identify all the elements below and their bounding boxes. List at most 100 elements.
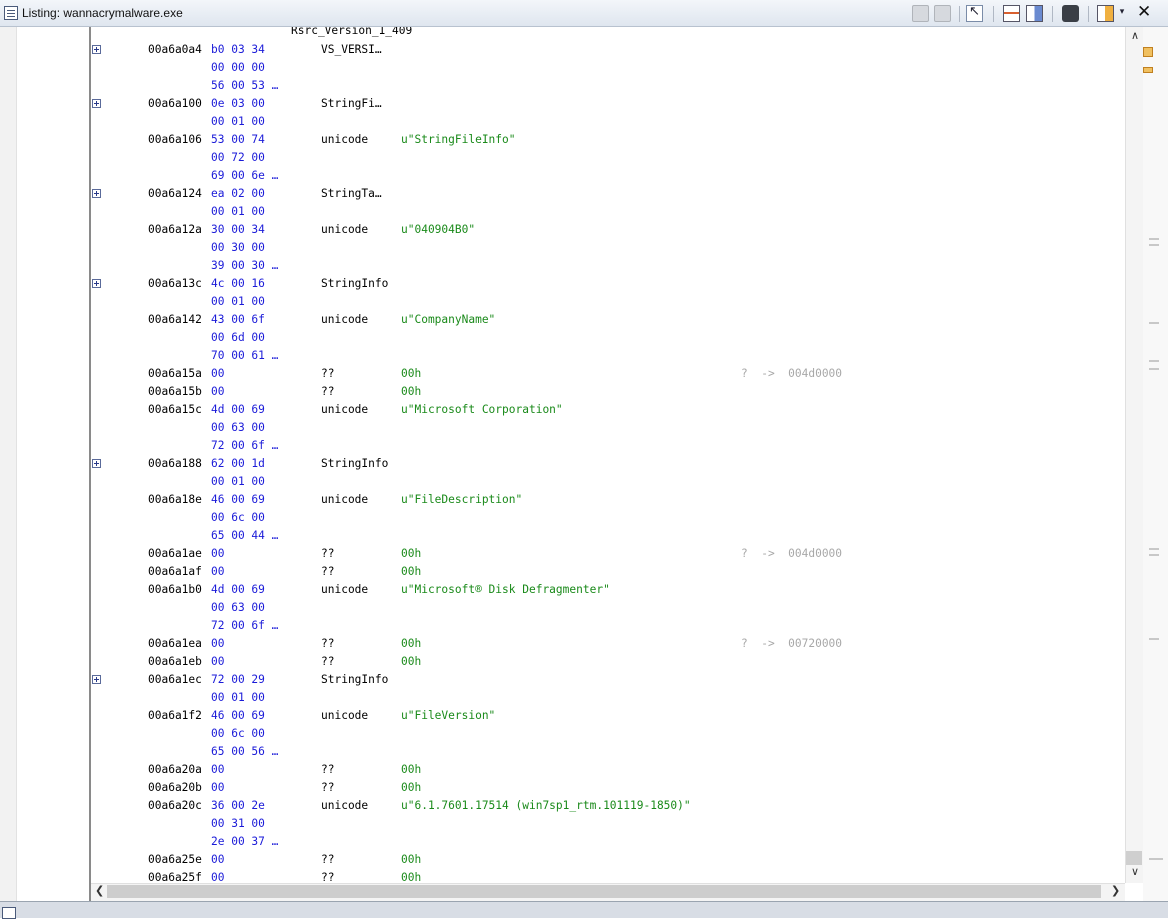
row-operand[interactable]: 00h [401,653,421,671]
row-bytes[interactable]: b0 03 34 [211,41,265,59]
row-bytes[interactable]: 00 30 00 [211,239,265,257]
row-bytes[interactable]: 70 00 61 … [211,347,278,365]
row-operand[interactable]: 00h [401,761,421,779]
listing-row[interactable]: 00a6a13c 4c 00 16 StringInfo [91,275,1125,293]
row-bytes[interactable]: 65 00 44 … [211,527,278,545]
row-bytes[interactable]: 00 [211,563,224,581]
cursor-icon[interactable]: ↖ [966,4,983,22]
scroll-up-icon[interactable]: ∧ [1126,29,1144,42]
listing-row[interactable]: 00a6a1f2 46 00 69 unicode u"FileVersion" [91,707,1125,725]
listing-row[interactable]: 00a6a25f 00?? 00h [91,869,1125,883]
row-bytes[interactable]: 69 00 6e … [211,167,278,185]
listing-row[interactable]: 00 01 00 [91,113,1125,131]
row-eol-comment[interactable]: ? -> 004d0000 [741,365,842,383]
listing-row[interactable]: 56 00 53 … [91,77,1125,95]
row-mnemonic[interactable]: ?? [321,383,334,401]
row-bytes[interactable]: 00 01 00 [211,689,265,707]
expand-icon[interactable] [92,99,101,108]
listing-row[interactable]: 00 6d 00 [91,329,1125,347]
listing-row[interactable]: 00a6a1ae 00?? 00h ? -> 004d0000 [91,545,1125,563]
row-bytes[interactable]: 00 01 00 [211,473,265,491]
row-address[interactable]: 00a6a20c [148,797,202,815]
row-address[interactable]: 00a6a1f2 [148,707,202,725]
field-layout-icon[interactable] [1003,5,1020,22]
bookmark-marker[interactable] [1143,67,1153,73]
listing-row[interactable]: 00a6a1b0 4d 00 69 unicode u"Microsoft® Disk… [91,581,1125,599]
row-operand[interactable]: u"FileDescription" [401,491,522,509]
row-mnemonic[interactable]: ?? [321,869,334,883]
row-bytes[interactable]: 39 00 30 … [211,257,278,275]
listing-row[interactable]: 00a6a15a 00?? 00h ? -> 004d0000 [91,365,1125,383]
listing-row[interactable]: 00a6a20c 36 00 2e unicode u"6.1.7601.17514 … [91,797,1125,815]
row-bytes[interactable]: 00 63 00 [211,419,265,437]
row-address[interactable]: 00a6a106 [148,131,202,149]
row-operand[interactable]: u"Microsoft® Disk Defragmenter" [401,581,610,599]
row-operand[interactable]: 00h [401,869,421,883]
bookmark-marker[interactable] [1143,47,1153,57]
row-mnemonic[interactable]: unicode [321,221,368,239]
row-bytes[interactable]: 00 6c 00 [211,725,265,743]
horizontal-scroll-thumb[interactable] [107,885,1101,898]
listing-row[interactable]: 00 6c 00 [91,509,1125,527]
row-bytes[interactable]: 4d 00 69 [211,581,265,599]
row-bytes[interactable]: 00 6c 00 [211,509,265,527]
listing-row[interactable]: 00a6a0a4 b0 03 34 VS_VERSI… [91,41,1125,59]
listing-row[interactable]: 00a6a1ea 00?? 00h ? -> 00720000 [91,635,1125,653]
row-address[interactable]: 00a6a1af [148,563,202,581]
listing-row[interactable]: 00 31 00 [91,815,1125,833]
row-address[interactable]: 00a6a1ea [148,635,202,653]
row-operand[interactable]: 00h [401,563,421,581]
row-mnemonic[interactable]: unicode [321,401,368,419]
listing-row[interactable]: 00 01 00 [91,689,1125,707]
row-operand[interactable]: 00h [401,383,421,401]
listing-row[interactable]: 2e 00 37 … [91,833,1125,851]
vertical-scrollbar[interactable]: ∧ ∨ [1125,27,1143,883]
listing-row[interactable]: 00 6c 00 [91,725,1125,743]
row-mnemonic[interactable]: unicode [321,581,368,599]
row-address[interactable]: 00a6a25f [148,869,202,883]
row-bytes[interactable]: 00 [211,545,224,563]
listing-row[interactable]: 00 63 00 [91,599,1125,617]
vertical-scroll-thumb[interactable] [1126,851,1142,865]
row-address[interactable]: 00a6a188 [148,455,202,473]
copy-icon[interactable] [912,5,929,22]
row-operand[interactable]: u"CompanyName" [401,311,495,329]
row-address[interactable]: 00a6a15b [148,383,202,401]
row-bytes[interactable]: 00 63 00 [211,599,265,617]
row-mnemonic[interactable]: unicode [321,131,368,149]
listing-row[interactable]: 65 00 44 … [91,527,1125,545]
listing-row[interactable]: 00 01 00 [91,203,1125,221]
row-bytes[interactable]: 00 [211,851,224,869]
row-address[interactable]: 00a6a15c [148,401,202,419]
row-address[interactable]: 00a6a124 [148,185,202,203]
listing-row[interactable]: 00a6a188 62 00 1d StringInfo [91,455,1125,473]
row-bytes[interactable]: 00 [211,779,224,797]
row-mnemonic[interactable]: ?? [321,545,334,563]
row-operand[interactable]: u"FileVersion" [401,707,495,725]
row-mnemonic[interactable]: ?? [321,761,334,779]
listing-row[interactable]: 00a6a124 ea 02 00 StringTa… [91,185,1125,203]
listing-row[interactable]: 00a6a100 0e 03 00 StringFi… [91,95,1125,113]
row-mnemonic[interactable]: ?? [321,563,334,581]
listing-row[interactable]: 65 00 56 … [91,743,1125,761]
row-operand[interactable]: 00h [401,779,421,797]
row-bytes[interactable]: 00 01 00 [211,113,265,131]
scroll-left-icon[interactable]: ❮ [95,884,104,897]
row-bytes[interactable]: 36 00 2e [211,797,265,815]
row-operand[interactable]: u"StringFileInfo" [401,131,516,149]
row-bytes[interactable]: 00 [211,761,224,779]
row-address[interactable]: 00a6a20b [148,779,202,797]
diff-icon[interactable] [1026,5,1043,22]
expand-icon[interactable] [92,45,101,54]
listing-row[interactable]: 00 00 00 [91,59,1125,77]
row-address[interactable]: 00a6a0a4 [148,41,202,59]
row-bytes[interactable]: 00 00 00 [211,59,265,77]
row-bytes[interactable]: 00 01 00 [211,203,265,221]
listing-row[interactable]: 00a6a15b 00?? 00h [91,383,1125,401]
expand-icon[interactable] [92,189,101,198]
row-mnemonic[interactable]: ?? [321,635,334,653]
listing-row[interactable]: 00a6a25e 00?? 00h [91,851,1125,869]
row-address[interactable]: 00a6a1b0 [148,581,202,599]
expand-icon[interactable] [92,675,101,684]
close-icon[interactable]: ✕ [1137,2,1151,22]
